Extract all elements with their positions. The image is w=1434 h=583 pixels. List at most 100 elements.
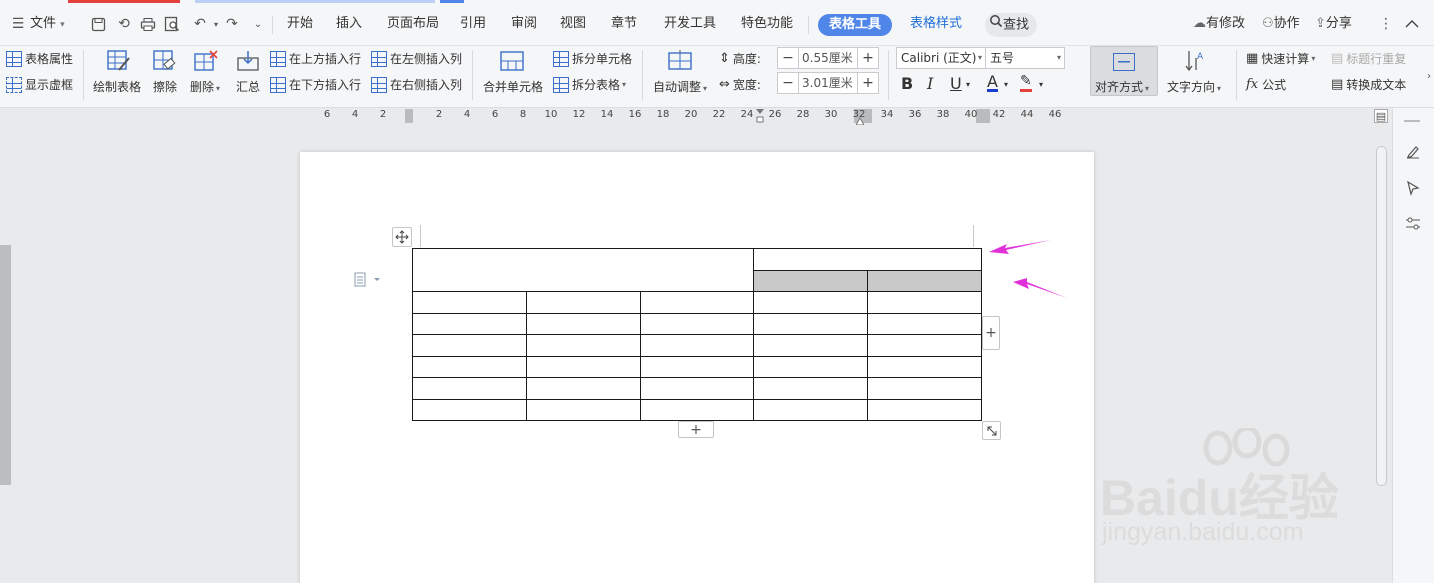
formula-button[interactable]: fx 公式 — [1246, 76, 1286, 93]
decrement-icon[interactable]: − — [778, 48, 798, 68]
tab-special-features[interactable]: 特色功能 — [741, 12, 793, 36]
insert-col-right-button[interactable]: 在右侧插入列 — [371, 76, 462, 93]
tab-insert[interactable]: 插入 — [336, 12, 362, 36]
draw-table-icon[interactable] — [107, 50, 131, 72]
tab-review[interactable]: 审阅 — [511, 12, 537, 36]
table-cell[interactable] — [640, 399, 754, 421]
quick-calc-button[interactable]: ▦ 快速计算 ▾ — [1246, 50, 1315, 67]
table-cell[interactable] — [412, 377, 527, 400]
tab-developer[interactable]: 开发工具 — [664, 12, 716, 36]
table-cell[interactable] — [526, 313, 641, 335]
indent-marker-icon[interactable] — [756, 109, 764, 123]
format-painter-icon[interactable]: ⟲ — [114, 14, 134, 34]
vertical-ruler[interactable] — [0, 110, 11, 583]
add-column-button[interactable]: + — [982, 316, 1000, 350]
table-cell[interactable] — [753, 399, 868, 421]
more-options-icon[interactable]: ⋮ — [1376, 14, 1396, 34]
modified-button[interactable]: ☁有修改 — [1193, 12, 1245, 36]
table-cell[interactable] — [526, 399, 641, 421]
table-cell[interactable] — [412, 291, 527, 314]
right-indent-marker-icon[interactable] — [855, 114, 865, 126]
table-cell[interactable] — [640, 334, 754, 357]
table-cell[interactable] — [412, 313, 527, 335]
increment-icon[interactable]: + — [858, 73, 878, 93]
table-cell[interactable] — [526, 377, 641, 400]
tab-table-style[interactable]: 表格样式 — [910, 12, 962, 36]
tab-table-tools[interactable]: 表格工具 — [818, 14, 892, 36]
split-table-button[interactable]: 拆分表格 ▾ — [553, 76, 626, 93]
insert-col-left-button[interactable]: 在左侧插入列 — [371, 50, 462, 67]
panel-drag-handle[interactable] — [1404, 120, 1420, 122]
table-cell[interactable] — [867, 291, 982, 314]
table-cell[interactable] — [753, 270, 868, 292]
table-cell[interactable] — [412, 248, 754, 292]
table-cell[interactable] — [867, 399, 982, 421]
table-cell[interactable] — [526, 356, 641, 378]
merge-cells-icon[interactable] — [500, 50, 524, 72]
table-cell[interactable] — [640, 291, 754, 314]
customize-toolbar-icon[interactable]: ⌄ — [248, 14, 268, 34]
font-name-select[interactable]: Calibri (正文) ▾ — [896, 47, 986, 69]
text-direction-icon[interactable]: A — [1183, 50, 1207, 72]
tab-references[interactable]: 引用 — [460, 12, 486, 36]
erase-button[interactable]: 擦除 — [153, 78, 177, 95]
table-cell[interactable] — [867, 377, 982, 400]
table-cell[interactable] — [867, 270, 982, 292]
repeat-header-button[interactable]: ▤ 标题行重复 — [1331, 50, 1406, 67]
width-stepper[interactable]: − 3.01厘米 + — [777, 72, 879, 94]
hamburger-menu-icon[interactable]: ☰ — [8, 14, 28, 34]
auto-fit-icon[interactable] — [668, 50, 692, 72]
table-cell[interactable] — [412, 399, 527, 421]
table-cell[interactable] — [867, 334, 982, 357]
highlight-icon[interactable]: ✎ — [1020, 74, 1032, 92]
redo-icon[interactable]: ↷ — [222, 14, 242, 34]
table-cell[interactable] — [867, 313, 982, 335]
split-cells-button[interactable]: 拆分单元格 — [553, 50, 632, 67]
insert-row-above-button[interactable]: 在上方插入行 — [270, 50, 361, 67]
resize-table-handle-icon[interactable] — [982, 421, 1001, 440]
settings-sliders-icon[interactable] — [1403, 214, 1423, 234]
table-cell[interactable] — [867, 356, 982, 378]
auto-fit-button[interactable]: 自动调整 ▾ — [653, 78, 707, 95]
width-value[interactable]: 3.01厘米 — [798, 73, 858, 93]
font-color-icon[interactable]: A — [987, 74, 998, 92]
share-button[interactable]: ⇪分享 — [1315, 12, 1352, 36]
search-button[interactable]: 查找 — [985, 13, 1037, 37]
table-properties-button[interactable]: 表格属性 — [6, 50, 73, 67]
select-cursor-icon[interactable] — [1403, 178, 1423, 198]
table-cell[interactable] — [753, 313, 868, 335]
alignment-button[interactable]: 对齐方式 ▾ — [1090, 46, 1158, 96]
draw-table-button[interactable]: 绘制表格 — [93, 78, 141, 95]
decrement-icon[interactable]: − — [778, 73, 798, 93]
table-cell[interactable] — [640, 377, 754, 400]
file-menu[interactable]: 文件 ▾ — [30, 12, 65, 36]
horizontal-ruler[interactable]: 6 4 2 2 4 6 8 10 12 14 16 18 20 22 24 26 28 30 32 34 36 38 40 4… — [300, 109, 1094, 126]
tab-chapter[interactable]: 章节 — [611, 12, 637, 36]
edit-pen-icon[interactable] — [1403, 142, 1423, 162]
table-cell[interactable] — [412, 334, 527, 357]
collaborate-button[interactable]: ⚇协作 — [1262, 12, 1300, 36]
height-stepper[interactable]: − 0.55厘米 + — [777, 47, 879, 69]
summarize-button[interactable]: 汇总 — [236, 78, 260, 95]
collapse-ribbon-icon[interactable] — [1402, 14, 1422, 34]
convert-to-text-button[interactable]: ▤ 转换成文本 — [1331, 76, 1406, 93]
table-cell[interactable] — [753, 334, 868, 357]
print-icon[interactable] — [138, 14, 158, 34]
insert-row-below-button[interactable]: 在下方插入行 — [270, 76, 361, 93]
text-direction-button[interactable]: 文字方向 ▾ — [1167, 78, 1221, 95]
doc-tab-indicator[interactable] — [68, 0, 180, 3]
increment-icon[interactable]: + — [858, 48, 878, 68]
ribbon-scroll-right-icon[interactable]: › — [1419, 66, 1434, 86]
chevron-down-icon[interactable]: ▾ — [1039, 80, 1043, 89]
table-cell[interactable] — [753, 248, 982, 271]
delete-table-icon[interactable] — [194, 50, 218, 72]
save-icon[interactable] — [88, 14, 108, 34]
eraser-icon[interactable] — [153, 50, 177, 72]
table-cell[interactable] — [753, 377, 868, 400]
height-value[interactable]: 0.55厘米 — [798, 48, 858, 68]
underline-icon[interactable]: U — [950, 74, 962, 93]
ruler-column-marker[interactable] — [976, 109, 990, 123]
table-cell[interactable] — [753, 356, 868, 378]
add-row-button[interactable]: + — [678, 421, 714, 438]
chevron-down-icon[interactable]: ▾ — [1004, 80, 1008, 89]
